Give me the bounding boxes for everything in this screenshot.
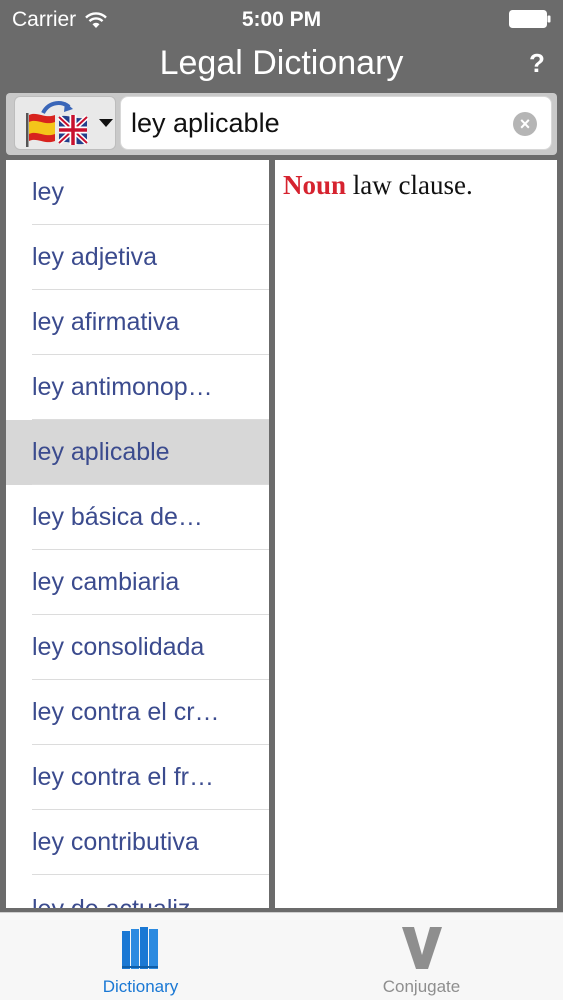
search-input[interactable]: ley aplicable ×: [120, 96, 552, 150]
tab-dictionary[interactable]: Dictionary: [0, 913, 281, 1000]
word-list-item[interactable]: ley: [6, 160, 269, 225]
definition-panel: Noun law clause.: [275, 160, 557, 908]
word-list-item-label: ley cambiaria: [32, 568, 180, 596]
word-list-item-label: ley consolidada: [32, 633, 205, 661]
chevron-down-icon: [99, 119, 113, 127]
word-list-item-label: ley antimonop…: [32, 373, 213, 401]
word-list-item[interactable]: ley de actualiz…: [6, 875, 269, 908]
tab-conjugate-label: Conjugate: [382, 977, 461, 996]
spain-uk-flags-icon: [26, 101, 89, 147]
word-list-item[interactable]: ley adjetiva: [6, 225, 269, 290]
definition-text: law clause.: [346, 170, 473, 200]
word-list-item[interactable]: ley cambiaria: [6, 550, 269, 615]
status-time: 5:00 PM: [241, 8, 322, 31]
word-list-item-label: ley contra el cr…: [32, 698, 220, 726]
word-list-item-label: ley contra el fr…: [32, 763, 215, 791]
word-list-item[interactable]: ley aplicable: [6, 420, 269, 485]
search-bar: ley aplicable ×: [6, 93, 557, 155]
word-list-item-label: ley afirmativa: [32, 308, 180, 336]
clear-search-icon[interactable]: ×: [513, 112, 537, 136]
word-list-item-label: ley adjetiva: [32, 243, 158, 271]
status-bar: Carrier 5:00 PM: [0, 0, 563, 40]
battery-icon: [509, 10, 551, 28]
tab-dictionary-label: Dictionary: [102, 977, 179, 996]
part-of-speech: Noun: [283, 170, 347, 200]
language-picker-button[interactable]: [14, 96, 116, 150]
search-input-value: ley aplicable: [131, 107, 280, 138]
word-list[interactable]: ley ley adjetiva ley afirmativa ley antimon…: [6, 160, 269, 908]
books-icon: [121, 927, 158, 969]
page-title: Legal Dictionary: [159, 44, 404, 82]
word-list-item[interactable]: ley afirmativa: [6, 290, 269, 355]
tab-conjugate[interactable]: Conjugate: [281, 913, 562, 1000]
nav-bar: Legal Dictionary ?: [0, 40, 563, 90]
help-button[interactable]: ?: [525, 48, 549, 79]
v-letter-icon: [401, 927, 442, 969]
word-list-item[interactable]: ley contra el fr…: [6, 745, 269, 810]
word-list-item[interactable]: ley contributiva: [6, 810, 269, 875]
word-list-item-label: ley contributiva: [32, 828, 199, 856]
word-list-item[interactable]: ley consolidada: [6, 615, 269, 680]
word-list-item-label: ley: [32, 178, 64, 206]
word-list-item-label: ley de actualiz…: [32, 895, 215, 908]
word-list-item[interactable]: ley contra el cr…: [6, 680, 269, 745]
word-list-item-label: ley básica de…: [32, 503, 203, 531]
word-list-item-label: ley aplicable: [32, 438, 170, 466]
tab-bar: Dictionary Conjugate: [0, 912, 563, 1000]
word-list-item[interactable]: ley antimonop…: [6, 355, 269, 420]
word-list-item[interactable]: ley básica de…: [6, 485, 269, 550]
